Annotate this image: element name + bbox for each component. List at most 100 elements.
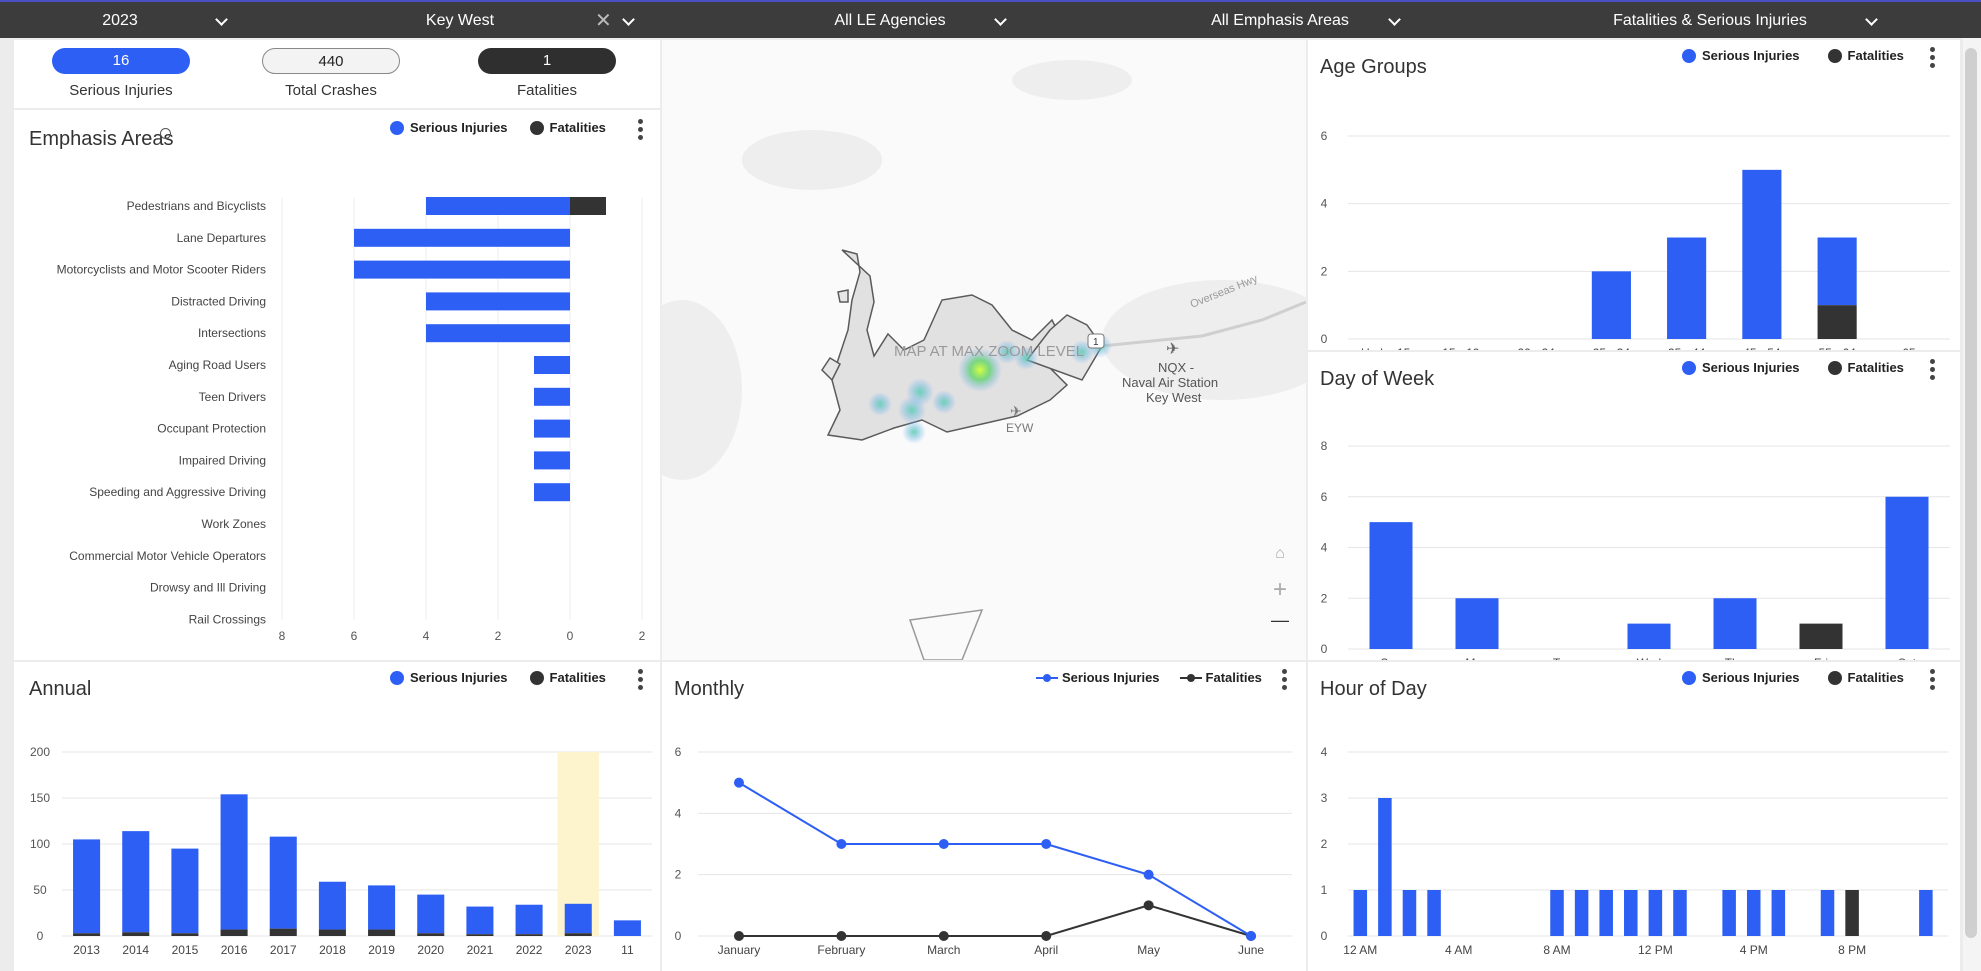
bar-serious	[269, 836, 297, 929]
bar-serious	[1667, 237, 1707, 339]
bar-serious	[1919, 890, 1933, 936]
y-tick-label: 0	[1321, 332, 1328, 346]
x-tick-label: 12 AM	[1343, 943, 1377, 957]
bar-serious	[1627, 623, 1671, 649]
x-tick-label: 2022	[516, 943, 543, 957]
x-tick-label: 8	[279, 629, 286, 643]
bar-serious	[1771, 890, 1786, 936]
florida-overview-icon[interactable]: ⌂	[1268, 545, 1292, 571]
map-canvas[interactable]: MAP AT MAX ZOOM LEVEL Overseas Hwy 1 ✈ N…	[662, 40, 1306, 660]
city-filter[interactable]: Key West ✕	[380, 2, 650, 40]
point-serious	[733, 777, 744, 788]
x-tick-label: 2023	[565, 943, 592, 957]
x-tick-label: 11	[621, 943, 634, 957]
bar-serious	[354, 260, 570, 279]
point-serious	[1143, 869, 1154, 880]
more-options-icon[interactable]	[638, 119, 644, 141]
x-tick-label: 2	[639, 629, 646, 643]
bar-fatal	[318, 929, 346, 936]
category-label: Speeding and Aggressive Driving	[89, 485, 266, 499]
x-tick-label: 65+	[1902, 346, 1922, 350]
bar-fatal	[466, 934, 494, 936]
legend-serious[interactable]: Serious Injuries	[390, 120, 508, 135]
y-tick-label: 0	[1321, 642, 1328, 656]
chevron-down-icon	[622, 13, 635, 26]
emphasis-filter-value: All Emphasis Areas	[1211, 12, 1349, 29]
total-crashes-count[interactable]: 440	[262, 48, 400, 74]
monthly-panel: Monthly Serious Injuries Fatalities 0246…	[662, 662, 1306, 971]
zoom-out-button[interactable]: —	[1268, 608, 1292, 632]
x-tick-label: February	[817, 943, 865, 957]
bar-serious	[1427, 890, 1441, 936]
age-groups-panel: Age Groups Serious Injuries Fatalities 0…	[1308, 40, 1960, 350]
bar-serious	[1455, 598, 1499, 649]
bar-serious	[1722, 890, 1736, 936]
y-tick-label: 2	[1321, 264, 1328, 278]
day-of-week-panel: Day of Week Serious Injuries Fatalities …	[1308, 352, 1960, 660]
emphasis-filter[interactable]: All Emphasis Areas	[1190, 2, 1410, 40]
x-tick-label: June	[1238, 943, 1264, 957]
y-tick-label: 8	[1321, 439, 1328, 453]
bar-serious	[1817, 237, 1857, 306]
airport-code: EYW	[1006, 421, 1034, 435]
category-label: Occupant Protection	[157, 422, 266, 436]
y-tick-label: 2	[1321, 837, 1328, 851]
x-tick-label: January	[718, 943, 761, 957]
bar-serious	[515, 904, 543, 935]
bar-serious	[368, 885, 396, 930]
severity-filter[interactable]: Fatalities & Serious Injuries	[1580, 2, 1880, 40]
annual-chart: 0 50 100 150 200 2013 2014 2015 2016 2017 2018 2019…	[30, 745, 652, 957]
x-tick-label: 45 - 54	[1743, 346, 1781, 350]
bar-serious	[426, 324, 570, 343]
summary-panel: 16 Serious Injuries 440 Total Crashes 1 …	[14, 40, 660, 108]
bar-serious	[1599, 890, 1613, 936]
chevron-down-icon	[994, 13, 1007, 26]
hour-of-day-chart: 0 1 2 3 4 12 AM 4 AM 8 AM 12 PM 4 PM 8 PM	[1321, 745, 1948, 957]
legend-dot-serious	[390, 120, 404, 135]
bar-serious	[1591, 271, 1631, 339]
x-tick-label: 25 - 34	[1593, 346, 1631, 350]
x-tick-label: 2	[495, 629, 502, 643]
category-label: Pedestrians and Bicyclists	[127, 199, 266, 213]
y-tick-label: 2	[675, 868, 682, 882]
bar-fatal	[1799, 623, 1843, 649]
y-tick-label: 6	[1321, 490, 1328, 504]
category-label: Motorcyclists and Motor Scooter Riders	[57, 263, 266, 277]
fatalities-count[interactable]: 1	[478, 48, 616, 74]
bar-serious	[417, 894, 445, 934]
clear-icon[interactable]: ✕	[595, 2, 612, 40]
bar-serious	[426, 292, 570, 311]
agency-filter[interactable]: All LE Agencies	[800, 2, 1020, 40]
y-tick-label: 6	[675, 745, 682, 759]
scrollbar-thumb[interactable]	[1965, 48, 1977, 938]
bar-fatal	[171, 933, 199, 936]
y-tick-label: 4	[1321, 541, 1328, 555]
legend-serious-label: Serious Injuries	[410, 120, 508, 135]
airport-name-line2: Key West	[1146, 390, 1202, 405]
legend-dot-fatal	[529, 120, 544, 135]
emphasis-areas-panel: Emphasis Areas Serious Injuries Fataliti…	[14, 110, 660, 660]
total-crashes-label: Total Crashes	[285, 82, 377, 99]
y-tick-label: 0	[37, 929, 44, 943]
x-tick-label: 2019	[368, 943, 395, 957]
category-label: Aging Road Users	[169, 358, 266, 372]
bar-serious	[1648, 890, 1663, 936]
bar-fatal	[122, 932, 150, 936]
x-tick-label: 2015	[172, 943, 199, 957]
point-fatal	[938, 931, 949, 941]
serious-injuries-count[interactable]: 16	[52, 48, 190, 74]
info-icon[interactable]	[160, 128, 171, 139]
age-groups-chart: 0 2 4 6 Under 15 15 - 19 20 - 24 25 - 34 35 - 44…	[1321, 129, 1950, 350]
bar-serious	[426, 197, 570, 215]
x-tick-label: 2017	[270, 943, 297, 957]
year-filter[interactable]: 2023	[0, 2, 260, 40]
y-tick-label: 150	[30, 791, 50, 805]
bar-serious	[1378, 798, 1392, 936]
point-serious	[1041, 839, 1052, 849]
x-tick-label: 15 - 19	[1442, 346, 1480, 350]
chevron-down-icon	[215, 13, 228, 26]
legend-fatal[interactable]: Fatalities	[529, 120, 606, 135]
zoom-in-button[interactable]: +	[1268, 578, 1292, 602]
y-tick-label: 0	[675, 929, 682, 943]
category-label: Commercial Motor Vehicle Operators	[69, 549, 266, 563]
